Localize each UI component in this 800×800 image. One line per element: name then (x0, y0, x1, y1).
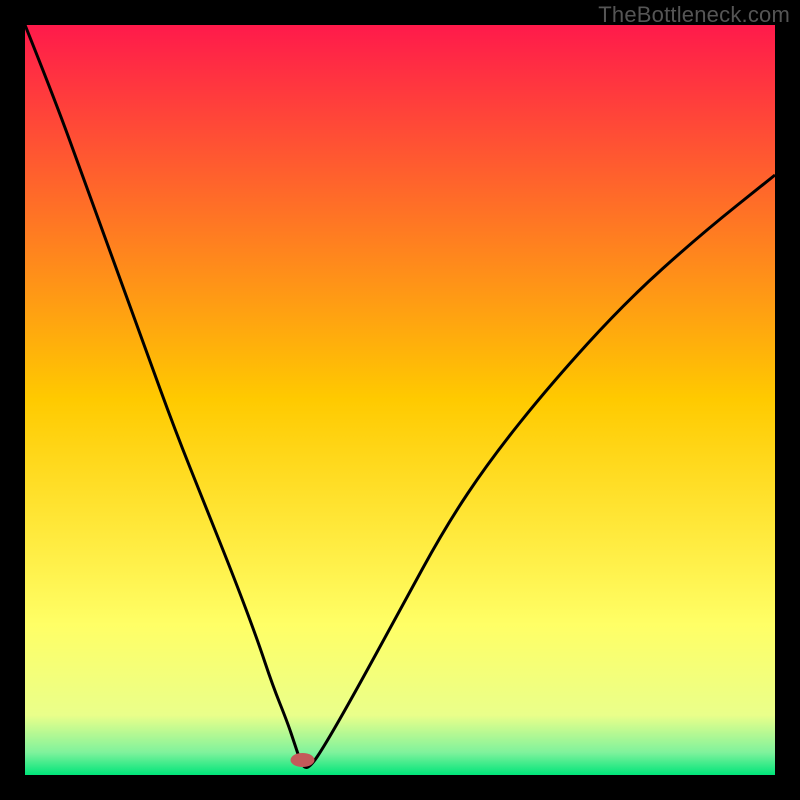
chart-frame: TheBottleneck.com (0, 0, 800, 800)
plot-background (25, 25, 775, 775)
optimal-marker (291, 753, 315, 767)
bottleneck-chart (25, 25, 775, 775)
